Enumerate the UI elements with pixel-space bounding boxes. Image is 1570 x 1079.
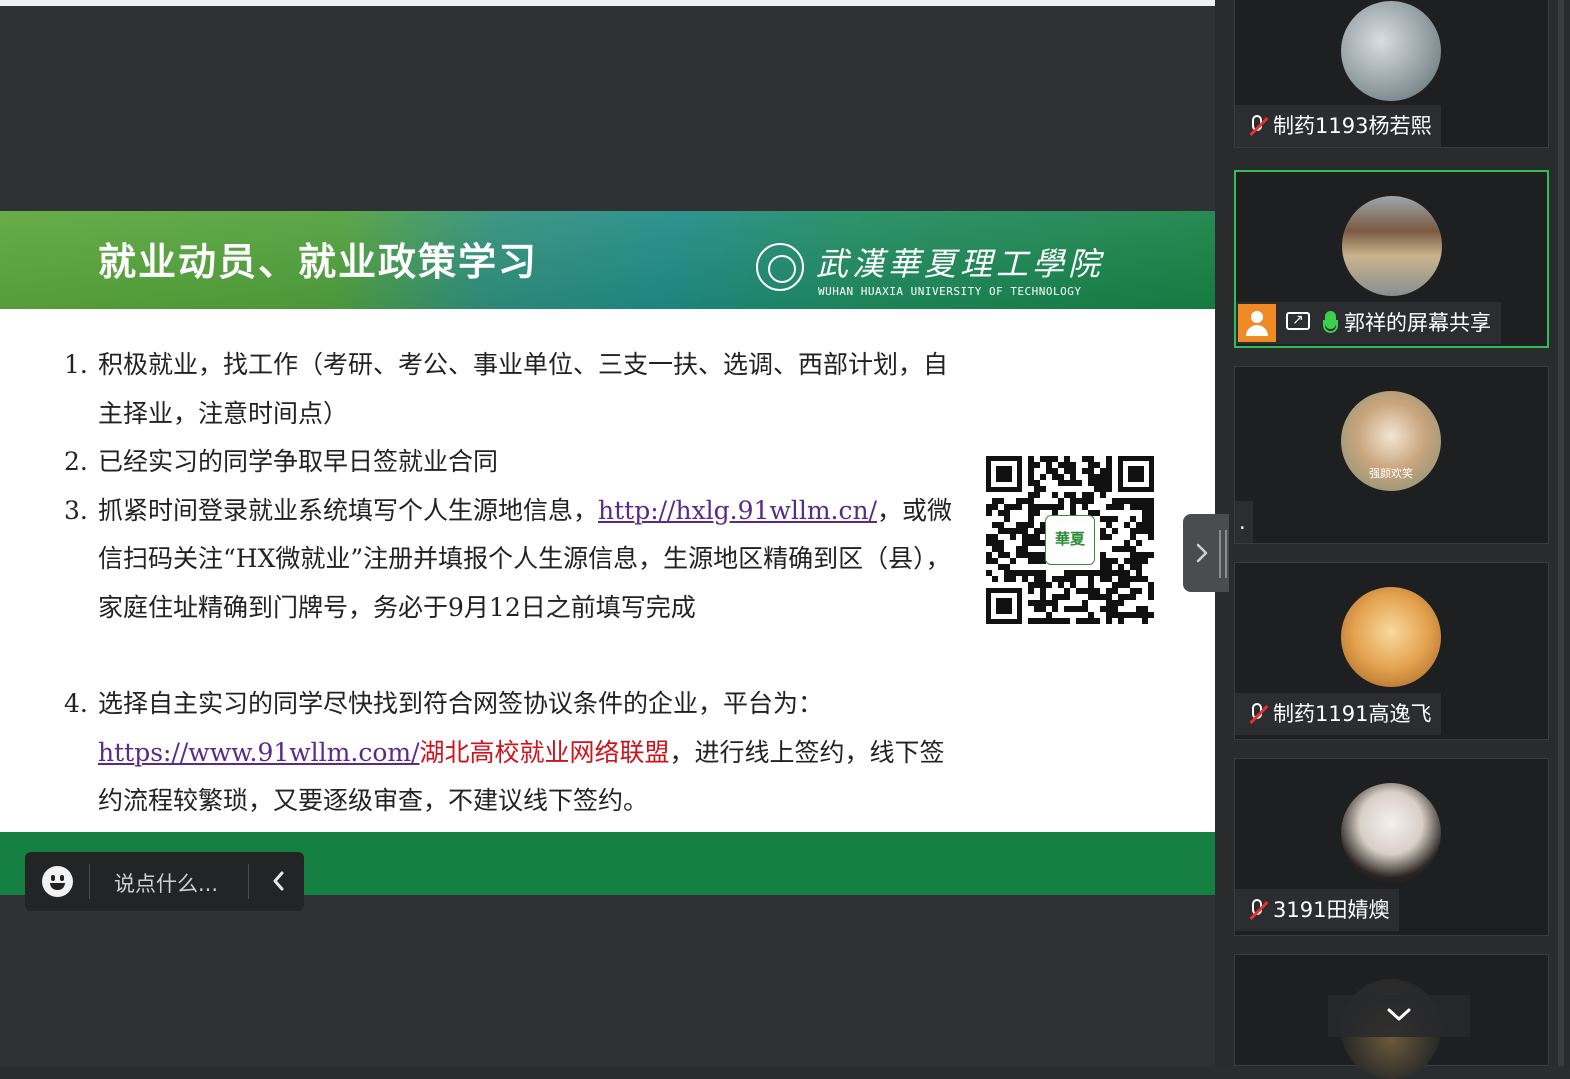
chevron-down-icon — [1387, 1008, 1411, 1021]
item-number: 3. — [64, 495, 88, 525]
participant-nametag: 3191田婧燠 — [1235, 889, 1400, 931]
chevron-left-icon[interactable] — [267, 868, 291, 894]
chat-input[interactable]: 说点什么... — [114, 868, 218, 898]
signing-platform-link[interactable]: https://www.91wllm.com/ — [98, 738, 420, 767]
item-number: 4. — [64, 689, 88, 718]
divider — [89, 864, 90, 899]
item-text: 选择自主实习的同学尽快找到符合网签协议条件的企业，平台为： — [98, 689, 824, 718]
alliance-name: 湖北高校就业网络联盟 — [419, 737, 670, 767]
qr-logo-text: 華夏 — [1054, 530, 1085, 548]
panel-scrollbar[interactable] — [1558, 0, 1564, 1066]
avatar-caption: 强颜欢笑 — [1369, 467, 1413, 480]
mic-muted-icon — [1243, 105, 1273, 147]
qr-overlay: 華夏 — [984, 454, 1156, 626]
emoji-icon[interactable] — [42, 866, 73, 897]
slide-header: 就业动员、就业政策学习 武漢華夏理工學院 WUHAN HUAXIA UNIVER… — [0, 211, 1215, 309]
screen-share-icon — [1284, 299, 1314, 344]
slide-title: 就业动员、就业政策学习 — [98, 239, 539, 284]
participant-tile[interactable]: 强颜欢笑 . — [1234, 366, 1549, 544]
logo-english-name: WUHAN HUAXIA UNIVERSITY OF TECHNOLOGY — [818, 285, 1082, 298]
avatar: 强颜欢笑 — [1341, 391, 1441, 491]
list-item: 4. 选择自主实习的同学尽快找到符合网签协议条件的企业，平台为： https://… — [64, 680, 954, 826]
slide-body: 1. 积极就业，找工作（考研、考公、事业单位、三支一扶、选调、西部计划，自主择业… — [64, 341, 954, 826]
item-number: 1. — [64, 350, 88, 379]
chevron-right-icon — [1196, 543, 1208, 563]
logo-chinese-name: 武漢華夏理工學院 — [816, 245, 1105, 283]
chat-input-bar[interactable]: 说点什么... — [25, 852, 304, 911]
university-logo: 武漢華夏理工學院 WUHAN HUAXIA UNIVERSITY OF TECH… — [756, 239, 1100, 299]
avatar — [1341, 587, 1441, 687]
participant-tile[interactable]: 制药1193杨若熙 — [1234, 0, 1549, 148]
item-text: 已经实习的同学争取早日签就业合同 — [98, 447, 499, 476]
avatar — [1341, 1, 1441, 101]
mic-muted-icon — [1243, 889, 1273, 931]
participant-tile-active[interactable]: 郭祥的屏幕共享 — [1234, 170, 1549, 348]
list-item: 3. 抓紧时间登录就业系统填写个人生源地信息，http://hxlg.91wll… — [64, 487, 954, 633]
resize-grip[interactable] — [1219, 530, 1227, 578]
participant-nametag: . — [1235, 501, 1253, 543]
participant-nametag: 制药1193杨若熙 — [1235, 105, 1442, 147]
participant-nametag: 郭祥的屏幕共享 — [1236, 299, 1501, 344]
university-seal-icon — [756, 243, 804, 291]
list-item: 1. 积极就业，找工作（考研、考公、事业单位、三支一扶、选调、西部计划，自主择业… — [64, 341, 954, 438]
presentation-slide: 就业动员、就业政策学习 武漢華夏理工學院 WUHAN HUAXIA UNIVER… — [0, 211, 1215, 895]
host-icon — [1238, 304, 1276, 342]
participant-tile[interactable]: 制药1191高逸飞 — [1234, 562, 1549, 740]
mic-on-icon — [1318, 302, 1344, 344]
participant-name: 3191田婧燠 — [1273, 898, 1390, 922]
participant-name: 郭祥的屏幕共享 — [1344, 311, 1491, 335]
participant-name: . — [1239, 510, 1246, 534]
divider — [248, 864, 249, 899]
item-text: 积极就业，找工作（考研、考公、事业单位、三支一扶、选调、西部计划，自主择业，注意… — [98, 350, 949, 428]
qr-logo: 華夏 — [1045, 515, 1095, 565]
mic-muted-icon — [1243, 693, 1273, 735]
scroll-down-button[interactable] — [1328, 995, 1470, 1037]
avatar — [1341, 783, 1441, 883]
participant-name: 制药1193杨若熙 — [1273, 114, 1432, 138]
employment-system-link[interactable]: http://hxlg.91wllm.cn/ — [598, 496, 877, 525]
item-text: 抓紧时间登录就业系统填写个人生源地信息， — [98, 495, 599, 525]
list-item: 2. 已经实习的同学争取早日签就业合同 — [64, 438, 954, 487]
item-number: 2. — [64, 447, 88, 476]
avatar — [1342, 196, 1442, 296]
participant-name: 制药1191高逸飞 — [1273, 702, 1432, 726]
participant-tile[interactable]: 3191田婧燠 — [1234, 758, 1549, 936]
participant-nametag: 制药1191高逸飞 — [1235, 693, 1442, 735]
